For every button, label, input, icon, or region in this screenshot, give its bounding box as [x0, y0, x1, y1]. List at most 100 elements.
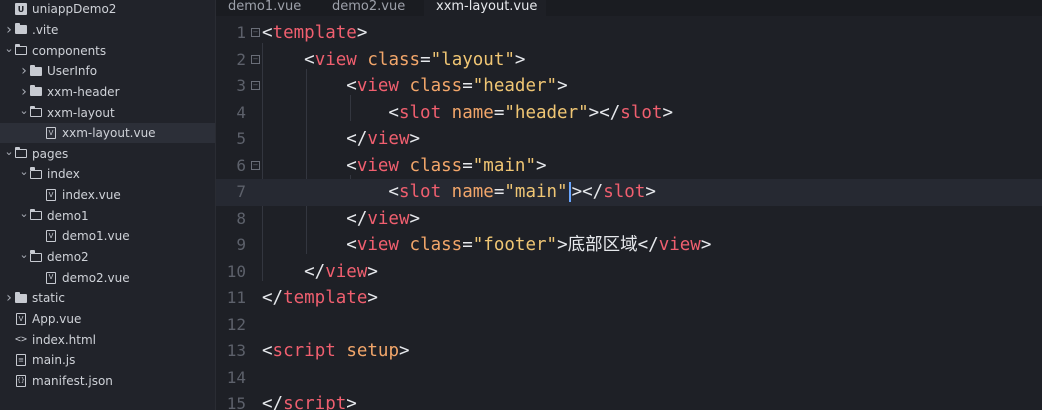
tab-demo2-vue[interactable]: demo2.vue — [320, 0, 424, 16]
chevron-down-icon[interactable]: ⌄ — [19, 165, 29, 178]
code-token: slot — [398, 102, 442, 123]
code-line[interactable]: 9 <view class="footer">底部区域</view> — [216, 232, 1042, 259]
code-text: </view> — [262, 206, 420, 233]
tree-item[interactable]: › .vite — [0, 20, 215, 41]
code-token: = — [493, 102, 505, 123]
code-token: "footer" — [472, 235, 558, 255]
code-line[interactable]: 14 — [216, 365, 1042, 392]
tree-item[interactable]: › xxm-header — [0, 82, 215, 103]
chevron-right-icon[interactable]: › — [4, 290, 14, 306]
tree-item[interactable]: › static — [0, 288, 215, 309]
tree-item-label: App.vue — [32, 312, 82, 327]
tree-item[interactable]: Vindex.vue — [0, 185, 215, 206]
chevron-down-icon[interactable]: ⌄ — [19, 104, 29, 117]
code-token: > — [662, 102, 673, 123]
code-token: slot — [398, 182, 442, 202]
code-text: <view class="header"> — [262, 73, 567, 100]
code-line[interactable]: 7 <slot name="main" ></slot> — [216, 179, 1042, 206]
code-line[interactable]: 8 </view> — [216, 206, 1042, 233]
line-number: 4 — [236, 102, 246, 122]
vue-file-icon: V — [44, 271, 58, 285]
tree-item[interactable]: ⌄ pages — [0, 144, 215, 165]
folder-icon — [29, 85, 43, 99]
code-line[interactable]: 2− <view class="layout"> — [216, 47, 1042, 74]
tree-item[interactable]: ⌄ components — [0, 40, 215, 61]
code-line[interactable]: 3− <view class="header"> — [216, 73, 1042, 100]
tree-item-label: index.html — [32, 332, 96, 347]
code-line[interactable]: 6− <view class="main"> — [216, 153, 1042, 180]
tree-item[interactable]: ⌄ demo2 — [0, 247, 215, 268]
chevron-down-icon[interactable]: ⌄ — [4, 145, 14, 158]
fold-toggle-icon[interactable]: − — [251, 81, 260, 90]
tree-item[interactable]: ≡ main.js — [0, 350, 215, 371]
folder-open-icon — [29, 167, 43, 181]
tree-item-label: demo2.vue — [62, 270, 130, 285]
code-token: view — [314, 49, 357, 70]
code-token: ></ — [588, 102, 621, 123]
code-token: > — [399, 341, 410, 361]
tab-demo1-vue[interactable]: demo1.vue — [216, 0, 320, 16]
fold-toggle-icon[interactable]: − — [251, 28, 260, 37]
code-line[interactable]: 11 </template> — [216, 285, 1042, 312]
code-token: </ — [262, 129, 368, 149]
chevron-down-icon[interactable]: ⌄ — [4, 42, 14, 55]
tree-item[interactable]: UuniappDemo2 — [0, 0, 215, 20]
line-number: 12 — [226, 314, 246, 334]
code-token: view — [325, 261, 368, 282]
code-token: slot — [603, 182, 646, 202]
code-line[interactable]: 15 </script> — [216, 391, 1042, 410]
code-line[interactable]: 12 — [216, 312, 1042, 339]
code-token: template — [283, 288, 368, 308]
line-number: 2 — [236, 49, 246, 69]
code-token: view — [356, 76, 399, 96]
code-token: < — [262, 341, 273, 361]
code-token: script — [272, 341, 336, 361]
code-editor[interactable]: 1− <template> 2− <view class="layout"> 3− <… — [216, 16, 1042, 410]
chevron-down-icon[interactable]: ⌄ — [19, 248, 29, 261]
code-line[interactable]: 5 </view> — [216, 126, 1042, 153]
fold-toggle-icon[interactable]: − — [251, 54, 260, 64]
tree-item[interactable]: Vdemo2.vue — [0, 267, 215, 288]
tree-item[interactable]: › UserInfo — [0, 61, 215, 82]
folder-icon — [14, 23, 28, 37]
tree-item-label: xxm-layout — [47, 105, 115, 120]
tree-item[interactable]: ⌄ demo1 — [0, 206, 215, 227]
code-line[interactable]: 10 </view> — [216, 259, 1042, 286]
code-token: > — [367, 288, 378, 308]
code-token: view — [658, 235, 701, 255]
chevron-right-icon[interactable]: › — [4, 22, 14, 38]
code-token: > — [356, 23, 368, 43]
tab-xxm-layout-vue[interactable]: xxm-layout.vue — [424, 0, 546, 16]
tree-item[interactable]: <> index.html — [0, 329, 215, 350]
chevron-right-icon[interactable]: › — [19, 63, 29, 79]
code-token: < — [262, 155, 357, 176]
chevron-right-icon[interactable]: › — [19, 84, 29, 100]
code-token: class — [409, 235, 463, 255]
tree-item[interactable]: {} manifest.json — [0, 371, 215, 392]
code-token: > — [367, 261, 378, 282]
code-token: template — [272, 23, 357, 43]
folder-open-icon — [29, 250, 43, 264]
tree-item[interactable]: ⌄ xxm-layout — [0, 102, 215, 123]
tree-item[interactable]: V App.vue — [0, 309, 215, 330]
tree-item[interactable]: Vxxm-layout.vue — [0, 122, 215, 144]
code-line[interactable]: 13 <script setup> — [216, 338, 1042, 365]
code-line[interactable]: 1− <template> — [216, 20, 1042, 47]
code-token: class — [409, 155, 463, 176]
chevron-down-icon[interactable]: ⌄ — [19, 207, 29, 220]
line-number: 7 — [236, 182, 246, 201]
line-number: 13 — [226, 341, 246, 360]
tree-item[interactable]: ⌄ index — [0, 164, 215, 185]
code-text: <view class="layout"> — [262, 47, 525, 74]
code-line[interactable]: 4 <slot name="header"></slot> — [216, 100, 1042, 127]
js-file-icon: ≡ — [14, 353, 28, 367]
tree-item[interactable]: Vdemo1.vue — [0, 226, 215, 247]
fold-toggle-icon[interactable]: − — [251, 160, 260, 170]
